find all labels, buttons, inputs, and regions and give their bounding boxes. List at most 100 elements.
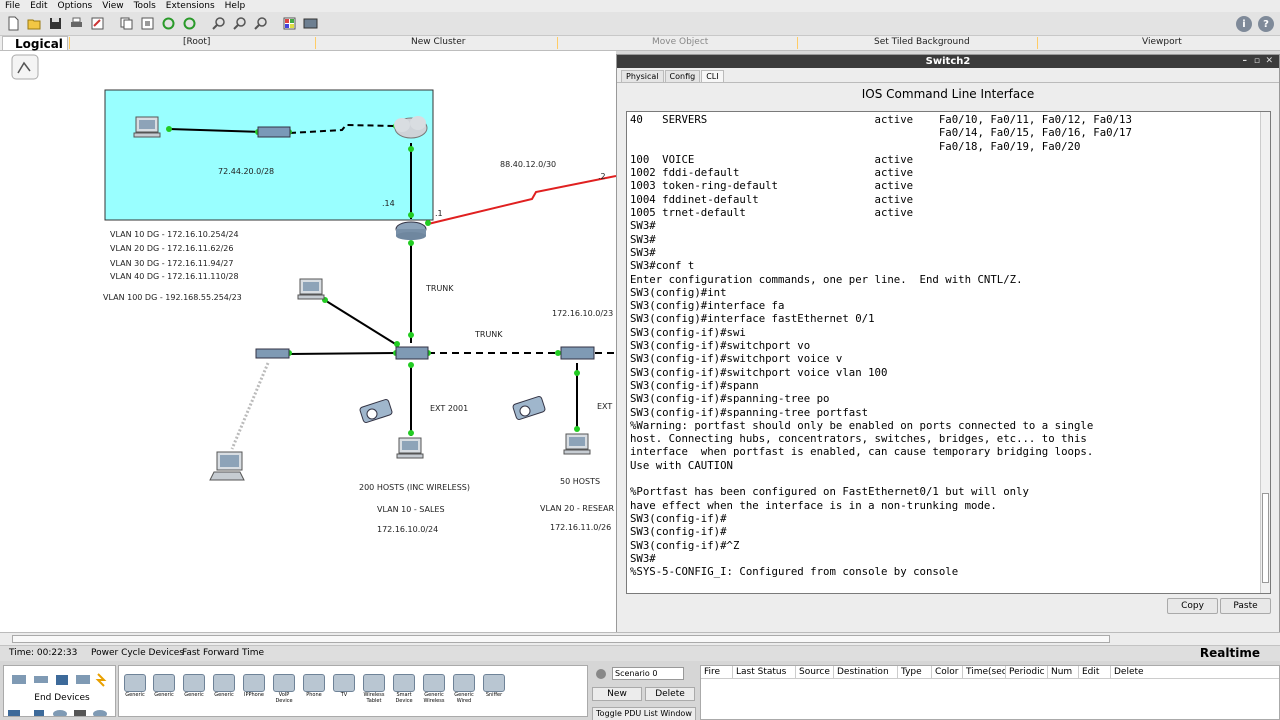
zoom-reset-icon[interactable]: [230, 14, 249, 33]
pdu-column-header[interactable]: Last Status: [733, 666, 796, 678]
device-ip-phone[interactable]: IPPhone: [242, 674, 266, 698]
terminal-line: Fa0/14, Fa0/15, Fa0/16, Fa0/17: [630, 126, 1132, 140]
fast-forward-button[interactable]: Fast Forward Time: [182, 646, 264, 661]
subnet-label: 172.16.10.0/23: [552, 309, 614, 318]
menu-view[interactable]: View: [97, 1, 128, 11]
device-generic-wired[interactable]: Generic Wired: [452, 674, 476, 704]
delete-scenario-button[interactable]: Delete: [645, 687, 695, 701]
device-generic-pc[interactable]: Generic: [123, 674, 147, 698]
copy-button[interactable]: Copy: [1167, 598, 1218, 614]
terminal-output[interactable]: 40 SERVERS active Fa0/10, Fa0/11, Fa0/12…: [627, 112, 1270, 593]
device-sniffer[interactable]: Sniffer: [482, 674, 506, 698]
activity-wizard-icon[interactable]: [88, 14, 107, 33]
pdu-column-header[interactable]: Destination: [834, 666, 898, 678]
device-generic-wireless[interactable]: Generic Wireless: [422, 674, 446, 704]
terminal-line: SW3(config-if)#switchport vo: [630, 339, 811, 353]
terminal-line: SW3#: [630, 232, 656, 246]
pdu-column-header[interactable]: Fire: [701, 666, 733, 678]
window-title: Switch2: [925, 56, 971, 67]
menu-options[interactable]: Options: [53, 1, 98, 11]
switch-category-icon: [34, 676, 48, 683]
realtime-mode-label[interactable]: Realtime: [1200, 646, 1260, 661]
close-icon[interactable]: ✕: [1265, 55, 1273, 68]
zoom-in-icon[interactable]: [209, 14, 228, 33]
cli-header: IOS Command Line Interface: [861, 87, 1035, 101]
root-button[interactable]: [Root]: [183, 37, 210, 47]
scenario-info-icon[interactable]: [596, 669, 606, 679]
device-generic-laptop[interactable]: Generic: [152, 674, 176, 698]
device-generic-server[interactable]: Generic: [182, 674, 206, 698]
menu-help[interactable]: Help: [220, 1, 251, 11]
pdu-column-header[interactable]: Delete: [1111, 666, 1151, 678]
new-scenario-button[interactable]: New: [592, 687, 642, 701]
pdu-column-header[interactable]: Edit: [1079, 666, 1111, 678]
menu-file[interactable]: File: [0, 1, 25, 11]
device-phone[interactable]: Phone: [302, 674, 326, 698]
menu-extensions[interactable]: Extensions: [161, 1, 220, 11]
device-wireless-tablet[interactable]: Wireless Tablet: [362, 674, 386, 704]
zoom-out-icon[interactable]: [251, 14, 270, 33]
device-generic-printer[interactable]: Generic: [212, 674, 236, 698]
menu-tools[interactable]: Tools: [129, 1, 161, 11]
toggle-pdu-list-button[interactable]: Toggle PDU List Window: [592, 707, 696, 720]
laptop-icon: [209, 451, 245, 481]
cloud-icon: [394, 116, 428, 139]
end-device-category-icon: [74, 710, 86, 718]
pdu-column-header[interactable]: Periodic: [1006, 666, 1048, 678]
move-object-button[interactable]: Move Object: [652, 37, 708, 47]
paste-icon[interactable]: [138, 14, 157, 33]
save-icon[interactable]: [46, 14, 65, 33]
pdu-column-header[interactable]: Type: [898, 666, 932, 678]
info-icon[interactable]: i: [1236, 16, 1252, 32]
terminal-line: SW3#: [630, 219, 656, 233]
help-icon[interactable]: ?: [1258, 16, 1274, 32]
pc-icon: [297, 278, 325, 300]
terminal-scrollbar[interactable]: [1260, 112, 1270, 593]
pdu-column-header[interactable]: Time(sec): [963, 666, 1006, 678]
scrollbar-thumb[interactable]: [12, 635, 1110, 643]
print-icon[interactable]: [67, 14, 86, 33]
vlan-dg-label: VLAN 100 DG - 192.168.55.254/23: [103, 293, 242, 302]
tab-physical[interactable]: Physical: [621, 70, 664, 82]
custom-device-icon[interactable]: [301, 14, 320, 33]
redo-icon[interactable]: [180, 14, 199, 33]
terminal-line: interface when portfast is enabled, can …: [630, 445, 1094, 459]
device-tv[interactable]: TV: [332, 674, 356, 698]
tab-config[interactable]: Config: [664, 70, 701, 82]
logical-workspace[interactable]: 72.44.20.0/28 88.40.12.0/30 .2 .14 .1 VL…: [0, 51, 616, 632]
terminal-line: %Warning: portfast should only be enable…: [630, 418, 1094, 432]
maximize-icon[interactable]: ▫: [1254, 55, 1260, 68]
undo-icon[interactable]: [159, 14, 178, 33]
scenario-select[interactable]: Scenario 0: [612, 667, 684, 680]
logical-tab[interactable]: Logical: [2, 36, 68, 51]
trunk-label: TRUNK: [426, 284, 454, 293]
end-device-category-icon: [93, 710, 107, 718]
pdu-column-header[interactable]: Source: [796, 666, 834, 678]
new-icon[interactable]: [4, 14, 23, 33]
terminal-line: Use with CAUTION: [630, 458, 733, 472]
vlan-dg-label: VLAN 20 DG - 172.16.11.62/26: [110, 244, 234, 253]
workspace-scrollbar[interactable]: [0, 632, 1280, 645]
power-cycle-button[interactable]: Power Cycle Devices: [91, 646, 184, 661]
menu-edit[interactable]: Edit: [25, 1, 52, 11]
tab-cli[interactable]: CLI: [701, 70, 724, 82]
device-voip[interactable]: VoIP Device: [272, 674, 296, 704]
pdu-column-header[interactable]: Color: [932, 666, 963, 678]
device-smart-device[interactable]: Smart Device: [392, 674, 416, 704]
window-title-bar[interactable]: Switch2 – ▫ ✕: [617, 55, 1279, 68]
viewport-button[interactable]: Viewport: [1142, 37, 1182, 47]
cli-terminal[interactable]: 40 SERVERS active Fa0/10, Fa0/11, Fa0/12…: [626, 111, 1271, 594]
ip-phone-icon: [512, 396, 546, 420]
paste-button[interactable]: Paste: [1220, 598, 1271, 614]
minimize-icon[interactable]: –: [1243, 55, 1248, 68]
tiled-background-button[interactable]: Set Tiled Background: [874, 37, 970, 47]
scrollbar-thumb[interactable]: [1262, 493, 1269, 583]
pdu-column-header[interactable]: Num: [1048, 666, 1079, 678]
pc-icon: [396, 437, 424, 459]
switch-icon: [560, 346, 595, 360]
open-icon[interactable]: [25, 14, 44, 33]
palette-icon[interactable]: [280, 14, 299, 33]
new-cluster-button[interactable]: New Cluster: [411, 37, 465, 47]
copy-icon[interactable]: [117, 14, 136, 33]
